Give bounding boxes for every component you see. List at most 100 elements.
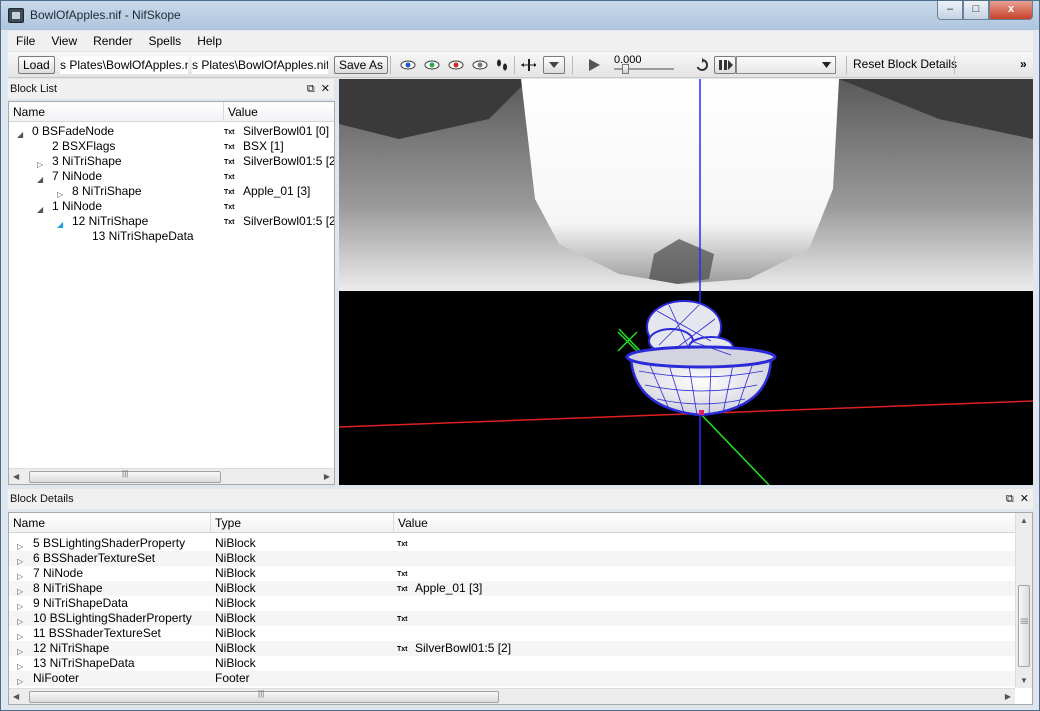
block-details-title: Block Details (10, 493, 74, 505)
minimize-button[interactable]: ‒ (937, 1, 963, 20)
menu-help[interactable]: Help (189, 31, 230, 51)
scroll-right-icon[interactable]: ▶ (324, 472, 330, 481)
column-name-header[interactable]: Name (9, 102, 224, 122)
table-row[interactable]: ▷ 6 BSShaderTextureSet NiBlock (9, 551, 1015, 566)
row-name: 11 BSShaderTextureSet (33, 626, 161, 640)
block-list-title: Block List (10, 83, 58, 95)
scrollbar-thumb[interactable]: ||| (29, 469, 221, 483)
reset-block-details-button[interactable]: Reset Block Details (853, 57, 957, 71)
view-eye-red-icon[interactable] (448, 58, 464, 72)
block-list-hscrollbar[interactable]: ◀ ||| ▶ (9, 468, 334, 484)
table-row[interactable]: ▷ 13 NiTriShapeData NiBlock (9, 656, 1015, 671)
row-type: NiBlock (215, 551, 256, 565)
block-list-float-icon[interactable]: ⧉ (307, 79, 315, 99)
toolbar-overflow-icon[interactable]: » (1020, 57, 1027, 71)
column-value-header[interactable]: Value (224, 102, 334, 122)
txt-icon: Txt (224, 129, 235, 136)
app-icon (8, 8, 24, 23)
block-details-hscrollbar[interactable]: ◀ ||| ▶ (9, 688, 1015, 704)
save-path-field[interactable]: s Plates\BowlOfApples.nif (192, 56, 328, 74)
block-details-header: Name Type Value (9, 513, 1015, 533)
load-button[interactable]: Load (18, 56, 55, 74)
scroll-down-icon[interactable]: ▼ (1020, 676, 1028, 685)
table-row[interactable]: ▷ 11 BSShaderTextureSet NiBlock (9, 626, 1015, 641)
block-list-tree[interactable]: Name Value ◢ 0 BSFadeNode Txt SilverBowl01 … (8, 101, 335, 485)
tree-row[interactable]: ◢ 0 BSFadeNode Txt SilverBowl01 [0] (9, 124, 334, 139)
tree-row-name: 8 NiTriShape (72, 184, 142, 198)
view-dropdown-button[interactable] (543, 56, 565, 74)
window-title: BowlOfApples.nif - NifSkope (30, 8, 181, 22)
thumb-grip-icon: ||| (258, 689, 265, 698)
block-list-title-bar[interactable]: Block List ⧉ ✕ (8, 79, 334, 99)
row-name: 7 NiNode (33, 566, 84, 580)
column-name-header[interactable]: Name (9, 513, 211, 533)
table-row[interactable]: ▷ 5 BSLightingShaderProperty NiBlock Txt (9, 536, 1015, 551)
scroll-right-icon[interactable]: ▶ (1005, 692, 1011, 701)
view-eye-blue-icon[interactable] (400, 58, 416, 72)
row-value[interactable]: SilverBowl01:5 [2] (415, 641, 511, 656)
tree-row-name: 0 BSFadeNode (32, 124, 115, 138)
thumb-grip-icon: ||| (1020, 618, 1029, 625)
close-button[interactable]: x (989, 1, 1033, 20)
txt-icon: Txt (397, 571, 408, 578)
block-list-header: Name Value (9, 102, 334, 122)
column-type-header[interactable]: Type (211, 513, 394, 533)
scroll-left-icon[interactable]: ◀ (13, 472, 19, 481)
tree-row[interactable]: 13 NiTriShapeData (9, 229, 334, 244)
animation-select[interactable] (736, 56, 836, 74)
view-eye-grey-icon[interactable] (472, 58, 488, 72)
table-row[interactable]: ▷ NiFooter Footer (9, 671, 1015, 686)
tree-row[interactable]: ◢ 7 NiNode Txt (9, 169, 334, 184)
menu-spells[interactable]: Spells (141, 31, 190, 51)
loop-icon[interactable] (694, 58, 710, 72)
table-row[interactable]: ▷ 9 NiTriShapeData NiBlock (9, 596, 1015, 611)
collapsed-arrow-icon[interactable]: ▷ (17, 674, 23, 689)
scroll-left-icon[interactable]: ◀ (13, 692, 19, 701)
tree-row[interactable]: ▷ 3 NiTriShape Txt SilverBowl01:5 [2] (9, 154, 334, 169)
axis-move-icon[interactable] (520, 58, 536, 72)
block-details-close-icon[interactable]: ✕ (1020, 489, 1029, 509)
tree-row[interactable]: ◢ 12 NiTriShape Txt SilverBowl01:5 [2] (9, 214, 334, 229)
menu-file[interactable]: File (8, 31, 43, 51)
row-value[interactable]: Apple_01 [3] (415, 581, 482, 596)
tree-row-value: SilverBowl01:5 [2] (243, 154, 335, 168)
tree-row[interactable]: ◢ 1 NiNode Txt (9, 199, 334, 214)
scroll-up-icon[interactable]: ▲ (1020, 516, 1028, 525)
block-details-vscrollbar[interactable]: ▲ ||| ▼ (1015, 513, 1032, 688)
scrollbar-thumb[interactable]: ||| (1018, 585, 1030, 667)
animation-switch-button[interactable] (714, 56, 736, 74)
row-name: 8 NiTriShape (33, 581, 103, 595)
block-details-float-icon[interactable]: ⧉ (1006, 489, 1014, 509)
row-type: Footer (215, 671, 250, 685)
save-as-button[interactable]: Save As (334, 56, 389, 74)
load-path-field[interactable]: s Plates\BowlOfApples.nif (60, 56, 188, 74)
block-list-close-icon[interactable]: ✕ (321, 79, 330, 99)
txt-icon: Txt (224, 174, 235, 181)
txt-icon: Txt (224, 204, 235, 211)
table-row[interactable]: ▷ 8 NiTriShape NiBlock Txt Apple_01 [3] (9, 581, 1015, 596)
table-row[interactable]: ▷ 7 NiNode NiBlock Txt (9, 566, 1015, 581)
walk-footprints-icon[interactable] (494, 58, 510, 72)
menu-view[interactable]: View (43, 31, 85, 51)
maximize-button[interactable]: □ (963, 1, 989, 20)
time-slider[interactable] (614, 64, 674, 74)
scene-svg[interactable] (339, 79, 1033, 485)
block-details-title-bar[interactable]: Block Details ⧉ ✕ (8, 489, 1033, 509)
toolbar-separator (572, 56, 573, 74)
title-bar[interactable]: BowlOfApples.nif - NifSkope ‒ □ x (1, 1, 1039, 30)
tree-row[interactable]: 2 BSXFlags Txt BSX [1] (9, 139, 334, 154)
txt-icon: Txt (224, 219, 235, 226)
column-value-header[interactable]: Value (394, 513, 1015, 533)
row-name: 5 BSLightingShaderProperty (33, 536, 186, 550)
time-slider-handle[interactable] (622, 64, 629, 74)
play-icon[interactable] (586, 58, 602, 72)
render-viewport[interactable] (339, 79, 1033, 485)
block-details-table[interactable]: Name Type Value ▷ 5 BSLightingShaderPrope… (8, 512, 1033, 705)
tree-row[interactable]: ▷ 8 NiTriShape Txt Apple_01 [3] (9, 184, 334, 199)
menu-render[interactable]: Render (85, 31, 140, 51)
view-eye-green-icon[interactable] (424, 58, 440, 72)
table-row[interactable]: ▷ 12 NiTriShape NiBlock Txt SilverBowl01:5 [… (9, 641, 1015, 656)
table-row[interactable]: ▷ 10 BSLightingShaderProperty NiBlock Txt (9, 611, 1015, 626)
scrollbar-thumb[interactable]: ||| (29, 689, 499, 703)
row-name: NiFooter (33, 671, 80, 685)
